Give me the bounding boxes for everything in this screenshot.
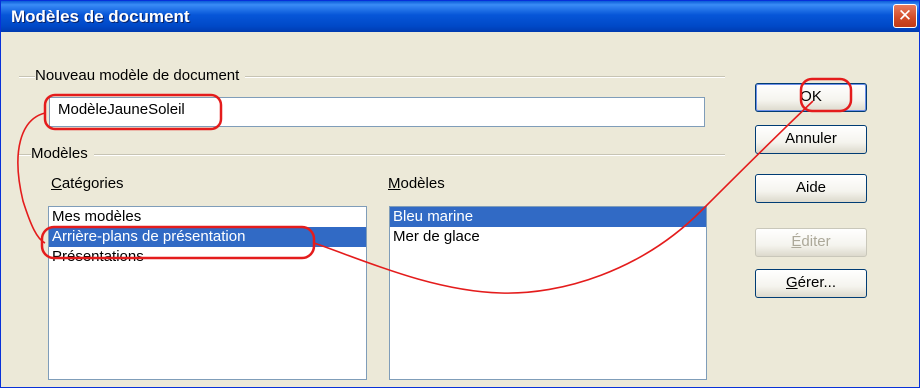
categories-list[interactable]: Mes modèles Arrière-plans de présentatio… <box>48 206 367 380</box>
annotation-link-name-to-category <box>17 112 46 244</box>
models-group-label: Modèles <box>31 145 94 162</box>
manage-button-rest: érer... <box>797 274 837 291</box>
category-item-mes-modeles[interactable]: Mes modèles <box>49 207 366 227</box>
manage-button-accel: G <box>785 274 798 291</box>
title-bar[interactable]: Modèles de document ✕ <box>1 1 919 32</box>
close-icon: ✕ <box>897 6 913 25</box>
model-item-mer-de-glace[interactable]: Mer de glace <box>390 227 706 247</box>
models-label-accel: M <box>388 175 401 192</box>
category-item-arriere-plans[interactable]: Arrière-plans de présentation <box>49 227 366 247</box>
models-label-rest: odèles <box>400 175 445 192</box>
new-template-group-label: Nouveau modèle de document <box>35 67 246 84</box>
dialog-window: Modèles de document ✕ Nouveau modèle de … <box>0 0 920 388</box>
window-title: Modèles de document <box>11 7 190 26</box>
edit-button-accel: É <box>791 233 802 250</box>
group-separator-models <box>19 154 725 156</box>
edit-button-rest: diter <box>801 233 831 250</box>
cancel-button[interactable]: Annuler <box>755 125 867 154</box>
categories-label-rest: atégories <box>61 175 124 192</box>
model-item-bleu-marine[interactable]: Bleu marine <box>390 207 706 227</box>
help-button[interactable]: Aide <box>755 174 867 203</box>
manage-button[interactable]: Gérer... <box>755 269 867 298</box>
ok-button[interactable]: OK <box>755 83 867 112</box>
categories-label-accel: C <box>51 175 62 192</box>
category-item-presentations[interactable]: Présentations <box>49 247 366 267</box>
models-list[interactable]: Bleu marine Mer de glace <box>389 206 707 380</box>
new-template-name-input[interactable]: ModèleJauneSoleil <box>49 97 705 127</box>
models-label: Modèles <box>388 175 445 192</box>
categories-label: Catégories <box>51 175 124 192</box>
close-button[interactable]: ✕ <box>893 4 917 28</box>
edit-button[interactable]: Éditer <box>755 228 867 257</box>
